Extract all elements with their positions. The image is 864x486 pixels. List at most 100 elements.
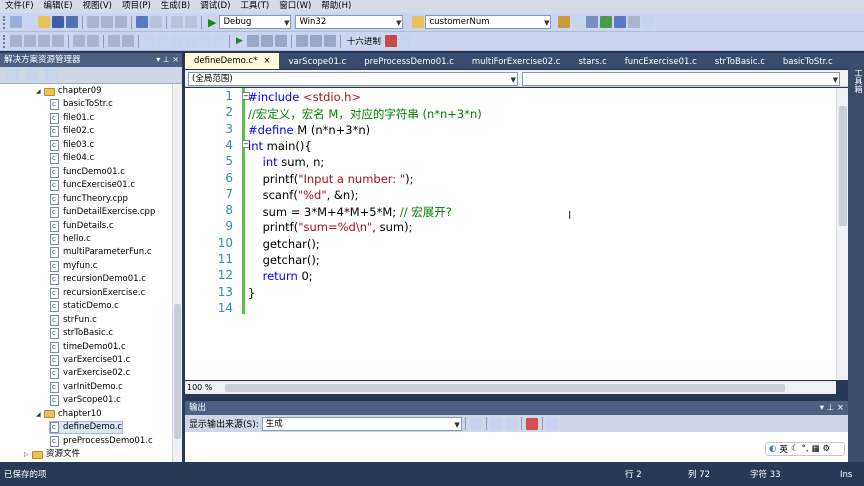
show-all-files-icon[interactable]: [26, 69, 38, 81]
tab-file[interactable]: stars.c: [569, 55, 615, 69]
menu-item[interactable]: 文件(F): [0, 0, 39, 13]
moon-icon[interactable]: ☾: [791, 444, 799, 454]
code-line[interactable]: scanf("%d", &n);: [248, 188, 359, 202]
increase-indent-icon[interactable]: [87, 35, 99, 47]
continue-icon[interactable]: ▶: [236, 36, 243, 46]
redo-icon[interactable]: [150, 16, 162, 28]
code-line[interactable]: printf("Input a number: ");: [248, 172, 414, 186]
menu-item[interactable]: 编辑(E): [39, 0, 78, 13]
refresh-icon[interactable]: [45, 69, 57, 81]
dropdown-icon[interactable]: ▾: [820, 403, 824, 413]
undo-icon[interactable]: [136, 16, 148, 28]
scroll-thumb[interactable]: [839, 106, 847, 226]
tab-file[interactable]: basicToStr.c: [774, 55, 842, 69]
platform-select[interactable]: Win32 ▼: [295, 15, 404, 29]
menu-item[interactable]: 生成(B): [156, 0, 195, 13]
close-icon[interactable]: ×: [837, 403, 844, 413]
code-line[interactable]: int main(){: [248, 139, 312, 153]
dropdown-icon[interactable]: ▾: [156, 55, 160, 64]
tab-file[interactable]: funcExercise01.c: [616, 55, 706, 69]
tree-file[interactable]: varExercise01.c: [50, 354, 130, 367]
code-line[interactable]: getchar();: [248, 253, 320, 267]
comment-icon[interactable]: [108, 35, 120, 47]
toolbox-side-tab[interactable]: 工具箱: [848, 53, 864, 462]
prev-message-icon[interactable]: [490, 417, 503, 430]
list-members-icon[interactable]: [10, 35, 22, 47]
toolbar-grip[interactable]: [3, 34, 6, 48]
start-page-icon[interactable]: [614, 16, 627, 28]
add-item-icon[interactable]: [24, 16, 36, 28]
find-combo[interactable]: customerNum ▼: [425, 15, 552, 29]
code-line[interactable]: }: [248, 286, 255, 300]
save-icon[interactable]: [52, 16, 64, 28]
step-over-icon[interactable]: [309, 35, 322, 47]
punctuation-icon[interactable]: °,: [802, 444, 809, 454]
editor-horizontal-scrollbar[interactable]: 100 %: [185, 381, 836, 394]
code-line[interactable]: //宏定义，宏名 M，对应的字符串 (n*n+3*n): [248, 106, 482, 122]
expand-icon[interactable]: ◢: [36, 85, 44, 98]
keyboard-icon[interactable]: ▦: [812, 444, 820, 454]
navigate-forward-icon[interactable]: [185, 16, 197, 28]
find-in-files-icon[interactable]: [412, 16, 425, 28]
step-out-icon[interactable]: [323, 35, 336, 47]
code-line[interactable]: return 0;: [248, 269, 313, 283]
code-editor[interactable]: 1 2 3 4 5 6 7 8 9 10 11 12 13 14 − − I #include <stdi…: [185, 88, 836, 380]
parameter-info-icon[interactable]: [24, 35, 36, 47]
tree-folder[interactable]: ◢ chapter10: [36, 408, 102, 421]
close-tab-icon[interactable]: ×: [263, 56, 270, 66]
uncomment-icon[interactable]: [122, 35, 134, 47]
complete-word-icon[interactable]: [52, 35, 64, 47]
scope-select[interactable]: (全局范围) ▼: [188, 72, 518, 86]
tab-file[interactable]: preProcessDemo01.c: [355, 55, 463, 69]
expand-icon[interactable]: ▷: [24, 448, 32, 461]
tab-active[interactable]: defineDemo.c* ×: [185, 53, 280, 69]
clear-bookmarks-icon[interactable]: [185, 35, 197, 47]
member-select[interactable]: ▼: [522, 72, 840, 86]
tree-file[interactable]: myfun.c: [50, 260, 97, 273]
tree-file[interactable]: varExercise02.c: [50, 367, 130, 380]
pin-icon[interactable]: ⊥: [827, 403, 834, 413]
copy-icon[interactable]: [101, 16, 113, 28]
menu-item[interactable]: 工具(T): [235, 0, 274, 13]
decrease-indent-icon[interactable]: [73, 35, 85, 47]
tab-file[interactable]: multiForExercise02.c: [463, 55, 570, 69]
tree-file[interactable]: file03.c: [50, 139, 94, 152]
tree-file[interactable]: defineDemo.c: [49, 421, 124, 435]
solution-config-select[interactable]: Debug ▼: [219, 15, 292, 29]
settings-icon[interactable]: ⚙: [823, 444, 831, 454]
code-line[interactable]: getchar();: [248, 237, 320, 251]
tree-file[interactable]: preProcessDemo01.c: [50, 435, 153, 448]
extension-manager-icon[interactable]: [628, 16, 641, 28]
tree-folder[interactable]: ▷ 资源文件: [24, 448, 80, 461]
tree-file[interactable]: funcExercise01.c: [50, 179, 135, 192]
ime-mode[interactable]: 英: [779, 443, 788, 455]
open-folder-icon[interactable]: [38, 16, 50, 28]
menu-item[interactable]: 调试(D): [195, 0, 235, 13]
new-project-icon[interactable]: [10, 16, 22, 28]
tree-file[interactable]: multiParameterFun.c: [50, 246, 152, 259]
tree-file[interactable]: file04.c: [50, 152, 94, 165]
next-bookmark-folder-icon[interactable]: [199, 35, 211, 47]
toolbar-options-icon[interactable]: [398, 35, 411, 47]
properties-icon[interactable]: [572, 16, 585, 28]
zoom-level[interactable]: 100 %: [187, 383, 212, 392]
tree-file[interactable]: funDetailExercise.cpp: [50, 206, 155, 219]
editor-vertical-scrollbar[interactable]: [836, 88, 848, 380]
properties-icon[interactable]: [7, 69, 19, 81]
next-message-icon[interactable]: [504, 417, 517, 430]
code-line[interactable]: int sum, n;: [248, 155, 325, 169]
hex-toggle-button[interactable]: 十六进制: [347, 35, 381, 47]
word-wrap-icon[interactable]: [546, 417, 559, 430]
code-line[interactable]: #define M (n*n+3*n): [248, 123, 370, 137]
ime-toolbar[interactable]: ◐ 英 ☾ °, ▦ ⚙: [765, 442, 845, 456]
close-icon[interactable]: ×: [172, 55, 179, 64]
save-all-icon[interactable]: [66, 16, 78, 28]
menu-item[interactable]: 项目(P): [117, 0, 156, 13]
code-line[interactable]: #include <stdio.h>: [248, 90, 361, 104]
step-into-icon[interactable]: [295, 35, 308, 47]
output-content[interactable]: [185, 432, 848, 462]
tree-folder[interactable]: ◢ chapter09: [36, 85, 102, 98]
menu-item[interactable]: 帮助(H): [316, 0, 356, 13]
code-line[interactable]: sum = 3*M+4*M+5*M; // 宏展开?: [248, 204, 452, 220]
scroll-thumb[interactable]: [174, 304, 181, 439]
